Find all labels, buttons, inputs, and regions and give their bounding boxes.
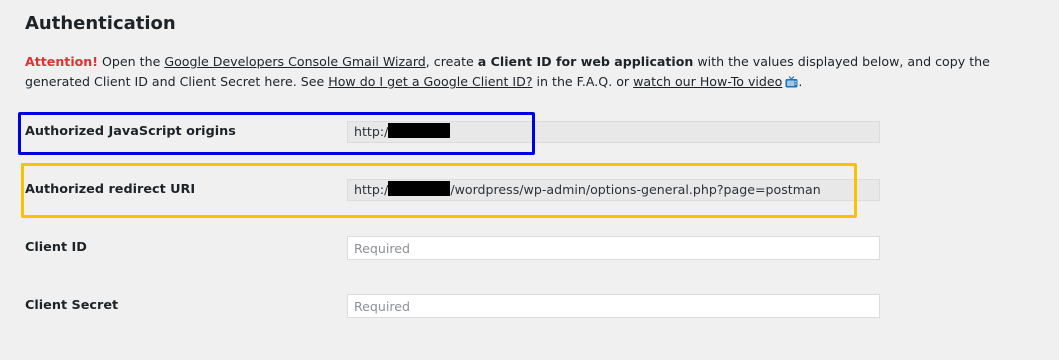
console-wizard-link[interactable]: Google Developers Console Gmail Wizard — [164, 54, 425, 69]
redirect-uri-value-prefix: http:/ — [354, 182, 389, 197]
client-secret-label: Client Secret — [25, 298, 119, 313]
redacted-block — [388, 123, 451, 138]
description-segment: , create — [425, 54, 478, 69]
client-secret-input[interactable] — [347, 294, 880, 318]
js-origins-value-prefix: http:/ — [354, 124, 389, 139]
tv-icon[interactable] — [785, 74, 798, 94]
description-segment: . — [798, 74, 803, 89]
attention-label: Attention! — [25, 54, 98, 69]
js-origins-field[interactable]: http:/ — [347, 121, 880, 143]
client-id-input[interactable] — [347, 236, 880, 260]
client-id-label: Client ID — [25, 240, 87, 255]
faq-client-id-link[interactable]: How do I get a Google Client ID? — [328, 74, 532, 89]
js-origins-label: Authorized JavaScript origins — [25, 124, 236, 139]
section-title: Authentication — [25, 13, 176, 34]
redirect-uri-value-suffix: /wordpress/wp-admin/options-general.php?… — [450, 182, 821, 197]
redacted-block — [388, 181, 451, 196]
client-id-type-emphasis: a Client ID for web application — [477, 54, 694, 69]
how-to-video-link[interactable]: watch our How-To video — [633, 74, 782, 89]
description-text: Attention! Open the Google Developers Co… — [25, 52, 1050, 94]
redirect-uri-label: Authorized redirect URI — [25, 182, 196, 197]
description-segment: in the F.A.Q. or — [532, 74, 634, 89]
redirect-uri-field[interactable]: http:/ /wordpress/wp-admin/options-genera… — [347, 179, 880, 201]
description-segment: Open the — [98, 54, 165, 69]
